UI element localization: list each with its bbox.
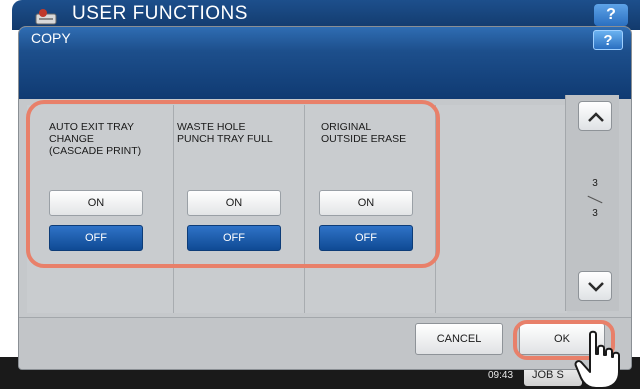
column-divider [435, 105, 436, 313]
copy-dialog: COPY ? AUTO EXIT TRAY CHANGE (CASCADE PR… [18, 26, 632, 370]
waste-hole-punch-off-button[interactable]: OFF [187, 225, 281, 251]
background-help-button[interactable]: ? [594, 4, 628, 26]
original-outside-erase-off-button[interactable]: OFF [319, 225, 413, 251]
setting-label-original-outside-erase: ORIGINAL OUTSIDE ERASE [321, 121, 407, 145]
auto-exit-tray-on-button[interactable]: ON [49, 190, 143, 216]
dialog-title: COPY [31, 30, 71, 46]
settings-panel-body: AUTO EXIT TRAY CHANGE (CASCADE PRINT) ON… [27, 105, 567, 313]
column-divider [304, 105, 305, 313]
dialog-titlebar: COPY ? [19, 27, 631, 51]
settings-panel: AUTO EXIT TRAY CHANGE (CASCADE PRINT) ON… [27, 105, 627, 313]
auto-exit-tray-off-button[interactable]: OFF [49, 225, 143, 251]
page-separator [587, 195, 603, 204]
waste-hole-punch-on-button[interactable]: ON [187, 190, 281, 216]
dialog-subheader-bar [19, 51, 631, 99]
chevron-up-icon [588, 112, 604, 122]
current-page-number: 3 [592, 178, 598, 189]
status-clock: 09:43 [488, 370, 514, 381]
page-scroll-column: 3 3 [565, 95, 619, 311]
dialog-help-button[interactable]: ? [593, 30, 623, 50]
original-outside-erase-on-button[interactable]: ON [319, 190, 413, 216]
total-page-number: 3 [592, 208, 598, 219]
setting-label-waste-hole-punch: WASTE HOLE PUNCH TRAY FULL [177, 121, 273, 145]
column-divider [173, 105, 174, 313]
scroll-up-button[interactable] [578, 101, 612, 131]
user-functions-icon [35, 9, 57, 25]
setting-label-auto-exit-tray: AUTO EXIT TRAY CHANGE (CASCADE PRINT) [49, 121, 142, 157]
background-title: USER FUNCTIONS [72, 3, 248, 24]
chevron-down-icon [588, 282, 604, 292]
hand-pointer-icon [574, 330, 620, 389]
cancel-button[interactable]: CANCEL [415, 323, 503, 355]
scroll-down-button[interactable] [578, 271, 612, 301]
